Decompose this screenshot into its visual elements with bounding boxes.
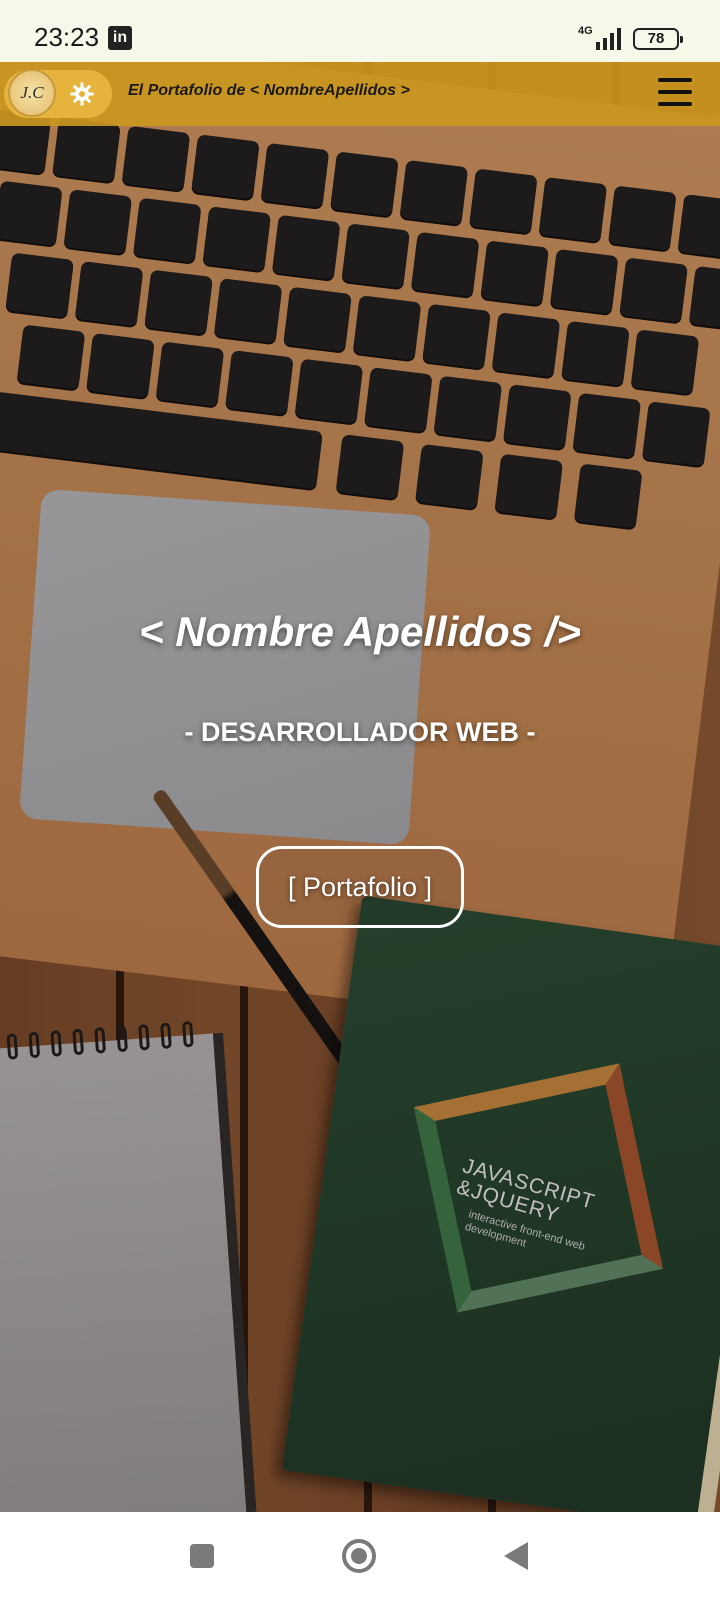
logo[interactable]: J.C — [8, 69, 56, 117]
status-time: 23:23 — [34, 22, 100, 52]
signal-strength-icon — [596, 28, 621, 50]
hero-overlay — [0, 62, 720, 1512]
menu-bar-top — [658, 78, 692, 82]
gear-icon[interactable] — [70, 82, 94, 106]
menu-bar-middle — [658, 90, 692, 94]
hero-name: < Nombre Apellidos /> — [139, 608, 581, 655]
site-title[interactable]: El Portafolio de < NombreApellidos > — [128, 82, 410, 100]
portfolio-button[interactable]: [ Portafolio ] — [256, 846, 464, 928]
hero-background: JAVASCRIPT &JQUERY interactive front-end… — [0, 62, 720, 1512]
top-navbar: J.C El Portafolio de < NombreApellidos > — [0, 62, 720, 126]
logo-pill: J.C — [4, 69, 112, 118]
hero-role: - DESARROLLADOR WEB - — [184, 717, 536, 747]
menu-bar-bottom — [658, 102, 692, 106]
linkedin-icon: in — [108, 26, 132, 50]
square-icon[interactable] — [190, 1544, 214, 1568]
system-nav-bar — [0, 1512, 720, 1600]
network-type-label: 4G — [578, 25, 593, 37]
triangle-back-icon[interactable] — [504, 1542, 528, 1570]
status-bar: 23:23 in 4G 78 — [0, 0, 720, 62]
circle-icon[interactable] — [342, 1539, 376, 1573]
hamburger-menu-icon[interactable] — [658, 76, 692, 108]
battery-indicator: 78 — [633, 28, 683, 50]
